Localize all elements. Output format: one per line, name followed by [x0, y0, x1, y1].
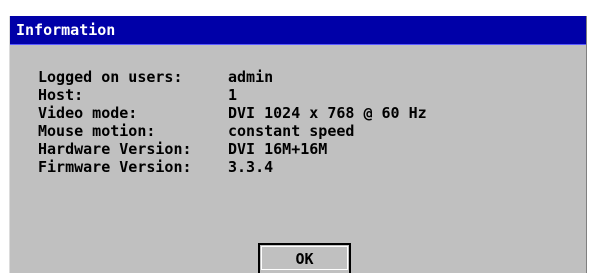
info-value: DVI 16M+16M: [228, 140, 328, 158]
info-row-video-mode: Video mode: DVI 1024 x 768 @ 60 Hz: [38, 104, 427, 122]
information-dialog: Information Logged on users: admin Host:…: [9, 16, 587, 273]
info-value: 1: [228, 86, 238, 104]
info-row-host: Host: 1: [38, 86, 427, 104]
info-value: constant speed: [228, 122, 355, 140]
info-label: Firmware Version:: [38, 158, 192, 176]
dialog-title: Information: [10, 16, 586, 45]
info-value: DVI 1024 x 768 @ 60 Hz: [228, 104, 427, 122]
info-row-hardware-version: Hardware Version: DVI 16M+16M: [38, 140, 427, 158]
info-label: Mouse motion:: [38, 122, 156, 140]
info-row-firmware-version: Firmware Version: 3.3.4: [38, 158, 427, 176]
info-row-mouse-motion: Mouse motion: constant speed: [38, 122, 427, 140]
info-label: Logged on users:: [38, 68, 183, 86]
info-label: Hardware Version:: [38, 140, 192, 158]
info-list: Logged on users: admin Host: 1 Video mod…: [38, 68, 427, 176]
info-row-logged-on-users: Logged on users: admin: [38, 68, 427, 86]
info-label: Host:: [38, 86, 84, 104]
info-label: Video mode:: [38, 104, 138, 122]
ok-button[interactable]: OK: [258, 243, 351, 273]
info-value: admin: [228, 68, 274, 86]
info-value: 3.3.4: [228, 158, 274, 176]
